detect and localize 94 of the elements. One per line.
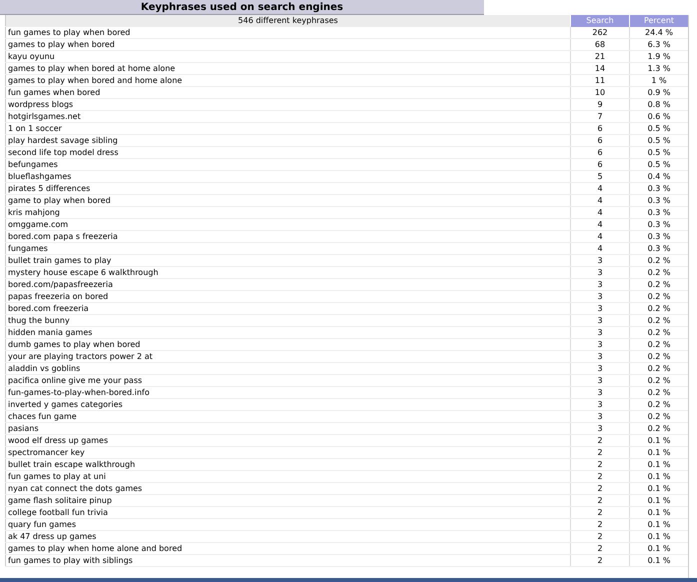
search-count-cell: 3: [570, 338, 630, 350]
search-count-cell: 4: [570, 194, 630, 206]
keyphrase-cell: pacifica online give me your pass: [6, 374, 570, 386]
search-count-cell: 262: [570, 26, 630, 38]
search-count-cell: 5: [570, 170, 630, 182]
keyphrase-cell: bullet train games to play: [6, 254, 570, 266]
keyphrase-cell: papas freezeria on bored: [6, 290, 570, 302]
keyphrase-cell: wood elf dress up games: [6, 434, 570, 446]
search-count-cell: 3: [570, 398, 630, 410]
search-count-cell: 3: [570, 350, 630, 362]
search-count-cell: 3: [570, 374, 630, 386]
search-count-cell: 3: [570, 410, 630, 422]
keyphrase-cell: games to play when bored: [6, 38, 570, 50]
keyphrase-cell: fun games to play with siblings: [6, 554, 570, 566]
search-count-cell: 2: [570, 446, 630, 458]
keyphrase-cell: pasians: [6, 422, 570, 434]
keyphrase-cell: bored.com papa s freezeria: [6, 230, 570, 242]
keyphrase-cell: kris mahjong: [6, 206, 570, 218]
keyphrase-cell: games to play when home alone and bored: [6, 542, 570, 554]
search-count-cell: 6: [570, 122, 630, 134]
search-count-cell: 4: [570, 182, 630, 194]
keyphrase-cell: omggame.com: [6, 218, 570, 230]
keyphrase-cell: hotgirlsgames.net: [6, 110, 570, 122]
search-count-cell: 4: [570, 230, 630, 242]
search-count-cell: 3: [570, 278, 630, 290]
keyphrase-cell: second life top model dress: [6, 146, 570, 158]
keyphrase-cell: hidden mania games: [6, 326, 570, 338]
keyphrase-cell: spectromancer key: [6, 446, 570, 458]
keyphrase-cell: blueflashgames: [6, 170, 570, 182]
keyphrase-cell: fun-games-to-play-when-bored.info: [6, 386, 570, 398]
keyphrase-cell: thug the bunny: [6, 314, 570, 326]
keyphrase-cell: kayu oyunu: [6, 50, 570, 62]
search-count-cell: 3: [570, 302, 630, 314]
table-title: Keyphrases used on search engines: [0, 0, 484, 15]
search-count-cell: 10: [570, 86, 630, 98]
keyphrase-cell: ak 47 dress up games: [6, 530, 570, 542]
column-header: Percent: [630, 15, 688, 26]
search-count-cell: 4: [570, 242, 630, 254]
keyphrase-cell: bored.com freezeria: [6, 302, 570, 314]
search-count-cell: 4: [570, 218, 630, 230]
column-header: Search: [570, 15, 630, 26]
search-count-cell: 14: [570, 62, 630, 74]
search-count-cell: 6: [570, 146, 630, 158]
keyphrase-cell: fun games when bored: [6, 86, 570, 98]
keyphrase-cell: college football fun trivia: [6, 506, 570, 518]
search-count-cell: 2: [570, 554, 630, 566]
keyphrase-cell: fungames: [6, 242, 570, 254]
search-count-cell: 7: [570, 110, 630, 122]
keyphrase-cell: game to play when bored: [6, 194, 570, 206]
keyphrase-cell: 1 on 1 soccer: [6, 122, 570, 134]
search-count-cell: 2: [570, 434, 630, 446]
keyphrase-cell: aladdin vs goblins: [6, 362, 570, 374]
keyphrase-cell: bullet train escape walkthrough: [6, 458, 570, 470]
keyphrase-count: 546 different keyphrases: [6, 15, 570, 26]
keyphrase-cell: wordpress blogs: [6, 98, 570, 110]
search-count-cell: 2: [570, 518, 630, 530]
keyphrase-cell: quary fun games: [6, 518, 570, 530]
keyphrase-cell: mystery house escape 6 walkthrough: [6, 266, 570, 278]
search-count-cell: 3: [570, 326, 630, 338]
search-count-cell: 21: [570, 50, 630, 62]
search-count-cell: 2: [570, 458, 630, 470]
keyphrase-cell: your are playing tractors power 2 at: [6, 350, 570, 362]
keyphrase-cell: bored.com/papasfreezeria: [6, 278, 570, 290]
keyphrase-cell: games to play when bored and home alone: [6, 74, 570, 86]
search-count-cell: 2: [570, 470, 630, 482]
keyphrase-cell: pirates 5 differences: [6, 182, 570, 194]
search-count-cell: 3: [570, 254, 630, 266]
search-count-cell: 3: [570, 422, 630, 434]
search-count-cell: 2: [570, 506, 630, 518]
search-count-cell: 3: [570, 266, 630, 278]
keyphrase-cell: play hardest savage sibling: [6, 134, 570, 146]
search-count-cell: 68: [570, 38, 630, 50]
keyphrase-cell: chaces fun game: [6, 410, 570, 422]
keyphrase-cell: nyan cat connect the dots games: [6, 482, 570, 494]
search-count-cell: 3: [570, 314, 630, 326]
keyphrase-cell: games to play when bored at home alone: [6, 62, 570, 74]
search-count-cell: 9: [570, 98, 630, 110]
search-count-cell: 11: [570, 74, 630, 86]
keyphrase-cell: game flash solitaire pinup: [6, 494, 570, 506]
search-count-cell: 2: [570, 482, 630, 494]
keyphrase-cell: fun games to play when bored: [6, 26, 570, 38]
keyphrase-cell: inverted y games categories: [6, 398, 570, 410]
search-count-cell: 6: [570, 158, 630, 170]
search-count-cell: 3: [570, 362, 630, 374]
keyphrase-cell: dumb games to play when bored: [6, 338, 570, 350]
search-count-cell: 2: [570, 542, 630, 554]
keyphrase-cell: fun games to play at uni: [6, 470, 570, 482]
keyphrase-cell: befungames: [6, 158, 570, 170]
search-count-cell: 6: [570, 134, 630, 146]
search-count-cell: 2: [570, 494, 630, 506]
search-count-cell: 4: [570, 206, 630, 218]
search-count-cell: 2: [570, 530, 630, 542]
search-count-cell: 3: [570, 386, 630, 398]
search-count-cell: 3: [570, 290, 630, 302]
